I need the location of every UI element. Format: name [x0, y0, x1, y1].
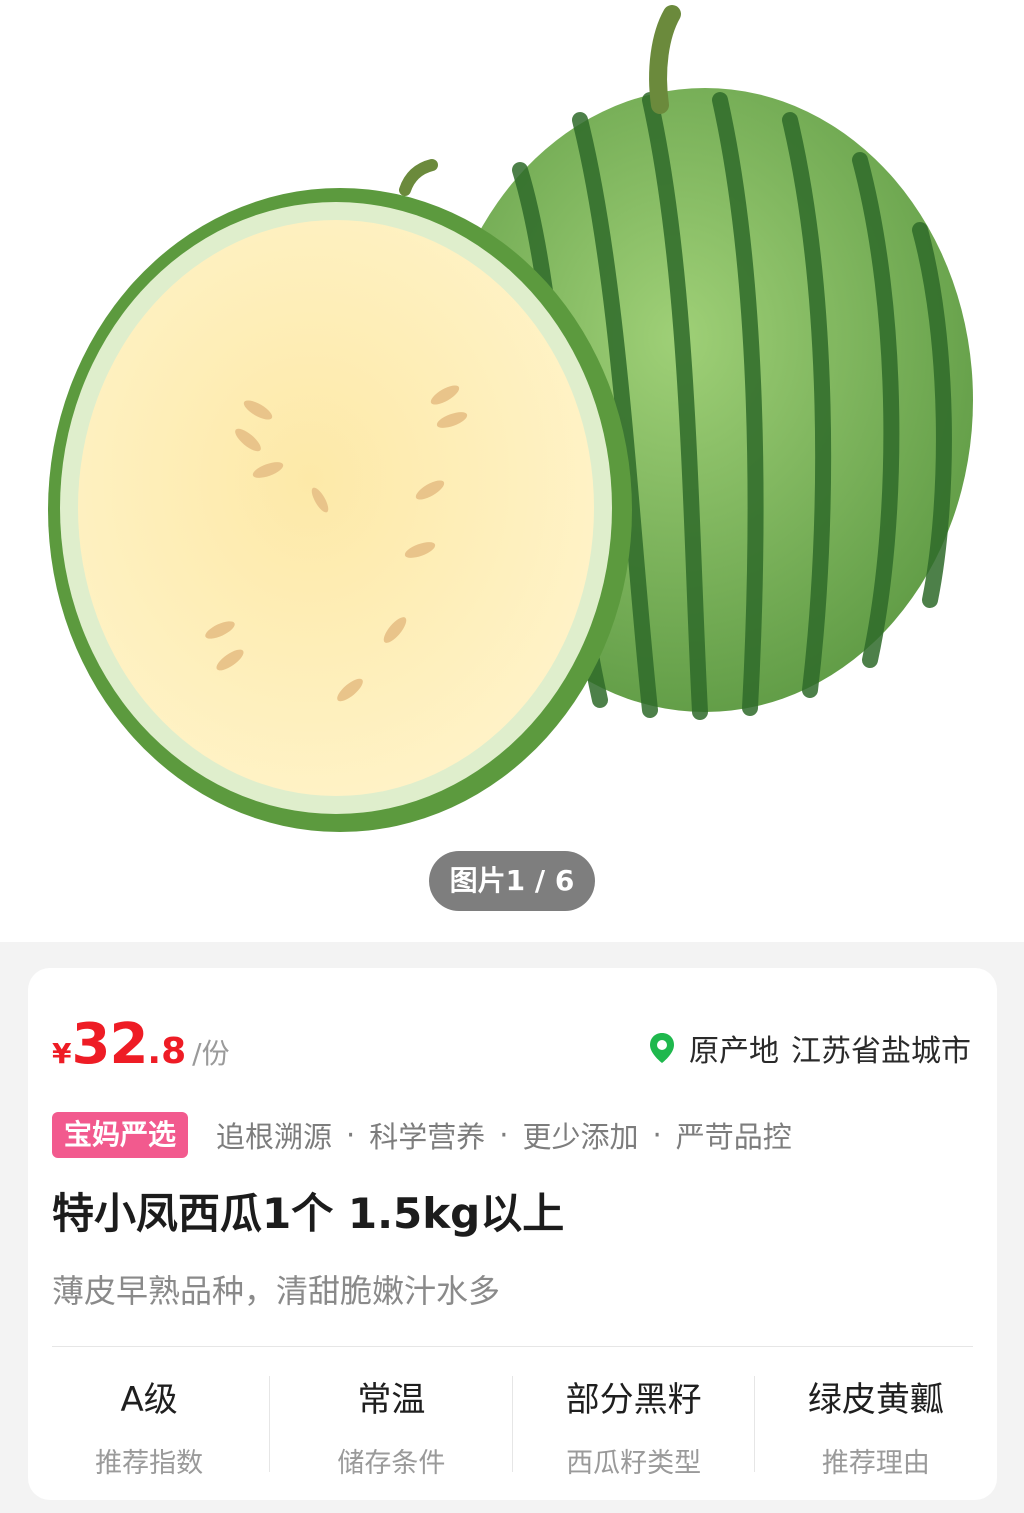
- watermelon-product-image: [48, 5, 973, 832]
- location-pin-icon: [650, 1033, 674, 1063]
- feature-separator: ·: [499, 1118, 509, 1152]
- origin-value: 江苏省盐城市: [791, 1034, 971, 1069]
- attribute-label: 西瓜籽类型: [566, 1448, 702, 1479]
- feature-separator: ·: [346, 1118, 356, 1152]
- feature-separator: ·: [652, 1118, 662, 1152]
- feature-item: 更少添加: [522, 1120, 639, 1154]
- brand-features: 追根溯源 · 科学营养 · 更少添加 · 严苛品控: [216, 1114, 792, 1156]
- attribute-item: 部分黑籽 西瓜籽类型: [513, 1368, 756, 1480]
- origin-info: 原产地 江苏省盐城市: [649, 1026, 971, 1070]
- brand-tag[interactable]: 宝妈严选: [52, 1112, 189, 1158]
- image-counter: 图片1 / 6: [429, 851, 595, 911]
- attribute-label: 推荐指数: [95, 1448, 204, 1479]
- divider: [52, 1346, 973, 1347]
- price-decimal: .8: [147, 1031, 187, 1072]
- product-image-gallery[interactable]: 图片1 / 6: [0, 0, 1024, 942]
- attribute-label: 储存条件: [337, 1448, 446, 1479]
- attribute-item: 常温 储存条件: [270, 1368, 513, 1480]
- feature-item: 追根溯源: [216, 1120, 333, 1154]
- product-subtitle: 薄皮早熟品种，清甜脆嫩汁水多: [52, 1272, 501, 1310]
- attribute-value: 绿皮黄瓤: [807, 1380, 944, 1420]
- attribute-item: 绿皮黄瓤 推荐理由: [755, 1368, 997, 1480]
- feature-item: 严苛品控: [675, 1120, 792, 1154]
- attribute-value: A级: [120, 1380, 178, 1420]
- product-info-card: ¥ 32 .8 /份 原产地 江苏省盐城市 宝妈严选 追根溯源 · 科学营养 ·…: [28, 968, 997, 1500]
- product-title: 特小凤西瓜1个 1.5kg以上: [52, 1189, 565, 1238]
- price-integer: 32: [71, 1012, 148, 1077]
- origin-label: 原产地: [689, 1034, 779, 1069]
- attribute-value: 部分黑籽: [565, 1380, 702, 1420]
- attribute-item: A级 推荐指数: [28, 1368, 271, 1480]
- brand-row: 宝妈严选 追根溯源 · 科学营养 · 更少添加 · 严苛品控: [52, 1112, 792, 1158]
- price-unit: /份: [192, 1037, 230, 1070]
- price-currency: ¥: [52, 1037, 72, 1070]
- price: ¥ 32 .8 /份: [52, 1012, 230, 1077]
- attribute-label: 推荐理由: [821, 1448, 930, 1479]
- product-attributes: A级 推荐指数 常温 储存条件 部分黑籽 西瓜籽类型 绿皮黄瓤 推荐理由: [28, 1368, 997, 1480]
- feature-item: 科学营养: [369, 1120, 486, 1154]
- attribute-value: 常温: [357, 1380, 426, 1420]
